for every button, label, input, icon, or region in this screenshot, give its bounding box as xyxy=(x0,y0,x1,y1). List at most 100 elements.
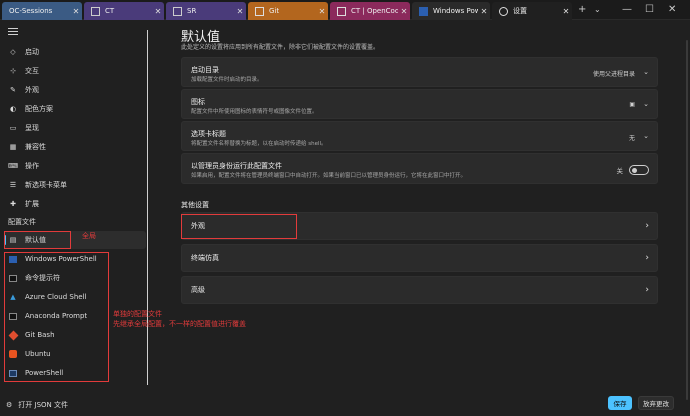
chevron-down-icon[interactable]: ⌄ xyxy=(594,5,601,14)
gear-icon xyxy=(499,6,508,16)
close-icon[interactable]: ✕ xyxy=(234,7,246,16)
rocket-icon: ◇ xyxy=(10,48,16,56)
tab-ct[interactable]: CT ✕ xyxy=(84,2,164,20)
setting-value: ▣ xyxy=(629,101,635,108)
annotation-profiles-note-1: 单独的配置文件 xyxy=(113,310,162,318)
monitor-icon: ▭ xyxy=(9,124,17,132)
tab-label: 设置 xyxy=(513,7,527,15)
setting-title: 以管理员身份运行此配置文件 xyxy=(191,162,282,170)
chevron-right-icon: › xyxy=(645,253,649,263)
terminal-icon xyxy=(255,6,264,16)
open-json-button[interactable]: ⚙ 打开 JSON 文件 xyxy=(6,400,68,410)
sidebar-item-color-schemes[interactable]: ◐ 配色方案 xyxy=(4,100,146,118)
tab-git[interactable]: Git ✕ xyxy=(248,2,328,20)
sidebar-item-compatibility[interactable]: ▦ 兼容性 xyxy=(4,138,146,156)
setting-title: 图标 xyxy=(191,98,205,106)
sidebar-item-extensions[interactable]: ✚ 扩展 xyxy=(4,195,146,213)
sidebar-item-startup[interactable]: ◇ 启动 xyxy=(4,43,146,61)
close-icon[interactable]: ✕ xyxy=(152,7,164,16)
annotation-box-profiles xyxy=(4,252,109,382)
setting-title: 启动目录 xyxy=(191,66,219,74)
close-icon[interactable]: ✕ xyxy=(478,7,490,16)
sidebar-item-rendering[interactable]: ▭ 呈现 xyxy=(4,119,146,137)
palette-icon: ◐ xyxy=(9,105,17,113)
toggle-state-label: 关 xyxy=(616,167,624,175)
tab-oc-sessions[interactable]: OC-Sessions ✕ xyxy=(2,2,82,20)
close-icon[interactable]: ✕ xyxy=(70,7,82,16)
chevron-down-icon: ⌄ xyxy=(643,132,649,140)
new-tab-icon[interactable]: + xyxy=(578,4,586,15)
sidebar-item-label: 呈现 xyxy=(25,124,39,132)
chevron-right-icon: › xyxy=(645,285,649,295)
tab-sr[interactable]: SR ✕ xyxy=(166,2,246,20)
maximize-icon[interactable]: ☐ xyxy=(645,4,654,15)
settings-file-icon: ⚙ xyxy=(6,401,13,409)
setting-value: 使用父进程目录 xyxy=(592,71,635,78)
run-as-admin-toggle[interactable] xyxy=(629,165,649,175)
profiles-section-label: 配置文件 xyxy=(8,218,36,226)
terminal-icon xyxy=(91,6,100,16)
compatibility-icon: ▦ xyxy=(9,143,17,151)
tab-label: Windows PowerSh xyxy=(433,7,478,15)
minimize-icon[interactable]: — xyxy=(622,4,632,15)
tab-settings[interactable]: 设置 ✕ xyxy=(492,2,572,20)
close-icon[interactable]: ✕ xyxy=(560,7,572,16)
setting-title: 选项卡标题 xyxy=(191,130,226,138)
link-label: 终端仿真 xyxy=(191,254,219,262)
sidebar-item-label: 操作 xyxy=(25,162,39,170)
close-icon[interactable]: ✕ xyxy=(316,7,328,16)
tab-label: Git xyxy=(269,7,280,15)
annotation-box-defaults xyxy=(4,231,71,249)
link-advanced[interactable]: 高级 › xyxy=(181,276,658,304)
sidebar-item-interaction[interactable]: ⊹ 交互 xyxy=(4,62,146,80)
setting-description: 如果启用，配置文件将在管理员终端窗口中自动打开。如果当前窗口已以管理员身份运行，… xyxy=(191,173,467,179)
chevron-down-icon: ⌄ xyxy=(643,100,649,108)
sidebar-item-label: 新选项卡菜单 xyxy=(25,181,67,189)
sidebar-item-appearance[interactable]: ✎ 外观 xyxy=(4,81,146,99)
setting-value: 无 xyxy=(628,135,635,142)
other-settings-heading: 其他设置 xyxy=(181,201,209,209)
close-icon[interactable]: ✕ xyxy=(398,7,410,16)
sidebar-item-label: 兼容性 xyxy=(25,143,46,151)
sidebar-item-label: 外观 xyxy=(25,86,39,94)
interaction-icon: ⊹ xyxy=(10,67,16,75)
hamburger-menu-icon[interactable] xyxy=(8,28,18,36)
page-description: 此处定义的设置将应用到所有配置文件，除非它们被配置文件的设置覆盖。 xyxy=(181,44,380,51)
chevron-right-icon: › xyxy=(645,221,649,231)
brush-icon: ✎ xyxy=(10,86,16,94)
annotation-global: 全局 xyxy=(82,232,96,240)
run-as-admin-setting: 以管理员身份运行此配置文件 如果启用，配置文件将在管理员终端窗口中自动打开。如果… xyxy=(181,153,658,184)
starting-directory-setting[interactable]: 启动目录 加载配置文件时启动的目录。 使用父进程目录 ⌄ xyxy=(181,57,658,87)
close-window-icon[interactable]: ✕ xyxy=(668,4,676,15)
powershell-icon xyxy=(419,6,428,16)
terminal-icon xyxy=(337,6,346,16)
annotation-profiles-note-2: 先继承全局配置，不一样的配置值进行覆盖 xyxy=(113,320,246,328)
keyboard-icon: ⌨ xyxy=(7,162,19,170)
sidebar-item-new-tab-menu[interactable]: ☰ 新选项卡菜单 xyxy=(4,176,146,194)
annotation-box-appearance xyxy=(181,214,297,239)
tab-title-setting[interactable]: 选项卡标题 将配置文件名称替换为标题，以在启动时传递给 shell。 无 ⌄ xyxy=(181,121,658,151)
menu-icon: ☰ xyxy=(9,181,17,189)
open-json-label: 打开 JSON 文件 xyxy=(18,401,68,409)
tab-label: SR xyxy=(187,7,197,15)
save-button[interactable]: 保存 xyxy=(608,396,632,410)
chevron-down-icon: ⌄ xyxy=(643,68,649,76)
setting-description: 将配置文件名称替换为标题，以在启动时传递给 shell。 xyxy=(191,141,327,147)
sidebar-item-actions[interactable]: ⌨ 操作 xyxy=(4,157,146,175)
puzzle-icon: ✚ xyxy=(10,200,16,208)
sidebar-item-label: 交互 xyxy=(25,67,39,75)
scrollbar[interactable] xyxy=(686,40,688,400)
tab-ct-opencode[interactable]: CT | OpenCode ✕ xyxy=(330,2,410,20)
sidebar-item-label: 启动 xyxy=(25,48,39,56)
sidebar-divider xyxy=(147,30,148,385)
tab-label: OC-Sessions xyxy=(9,7,53,15)
terminal-icon xyxy=(173,6,182,16)
tab-bar: OC-Sessions ✕ CT ✕ SR ✕ Git ✕ CT | OpenC… xyxy=(0,0,690,20)
link-label: 高级 xyxy=(191,286,205,294)
discard-changes-button[interactable]: 放弃更改 xyxy=(638,396,674,410)
tab-label: CT | OpenCode xyxy=(351,7,398,15)
tab-windows-powershell[interactable]: Windows PowerSh ✕ xyxy=(412,2,490,20)
setting-description: 配置文件中所使用图标的表情符号或图像文件位置。 xyxy=(191,109,318,115)
link-terminal-emulation[interactable]: 终端仿真 › xyxy=(181,244,658,272)
icon-setting[interactable]: 图标 配置文件中所使用图标的表情符号或图像文件位置。 ▣ ⌄ xyxy=(181,89,658,119)
